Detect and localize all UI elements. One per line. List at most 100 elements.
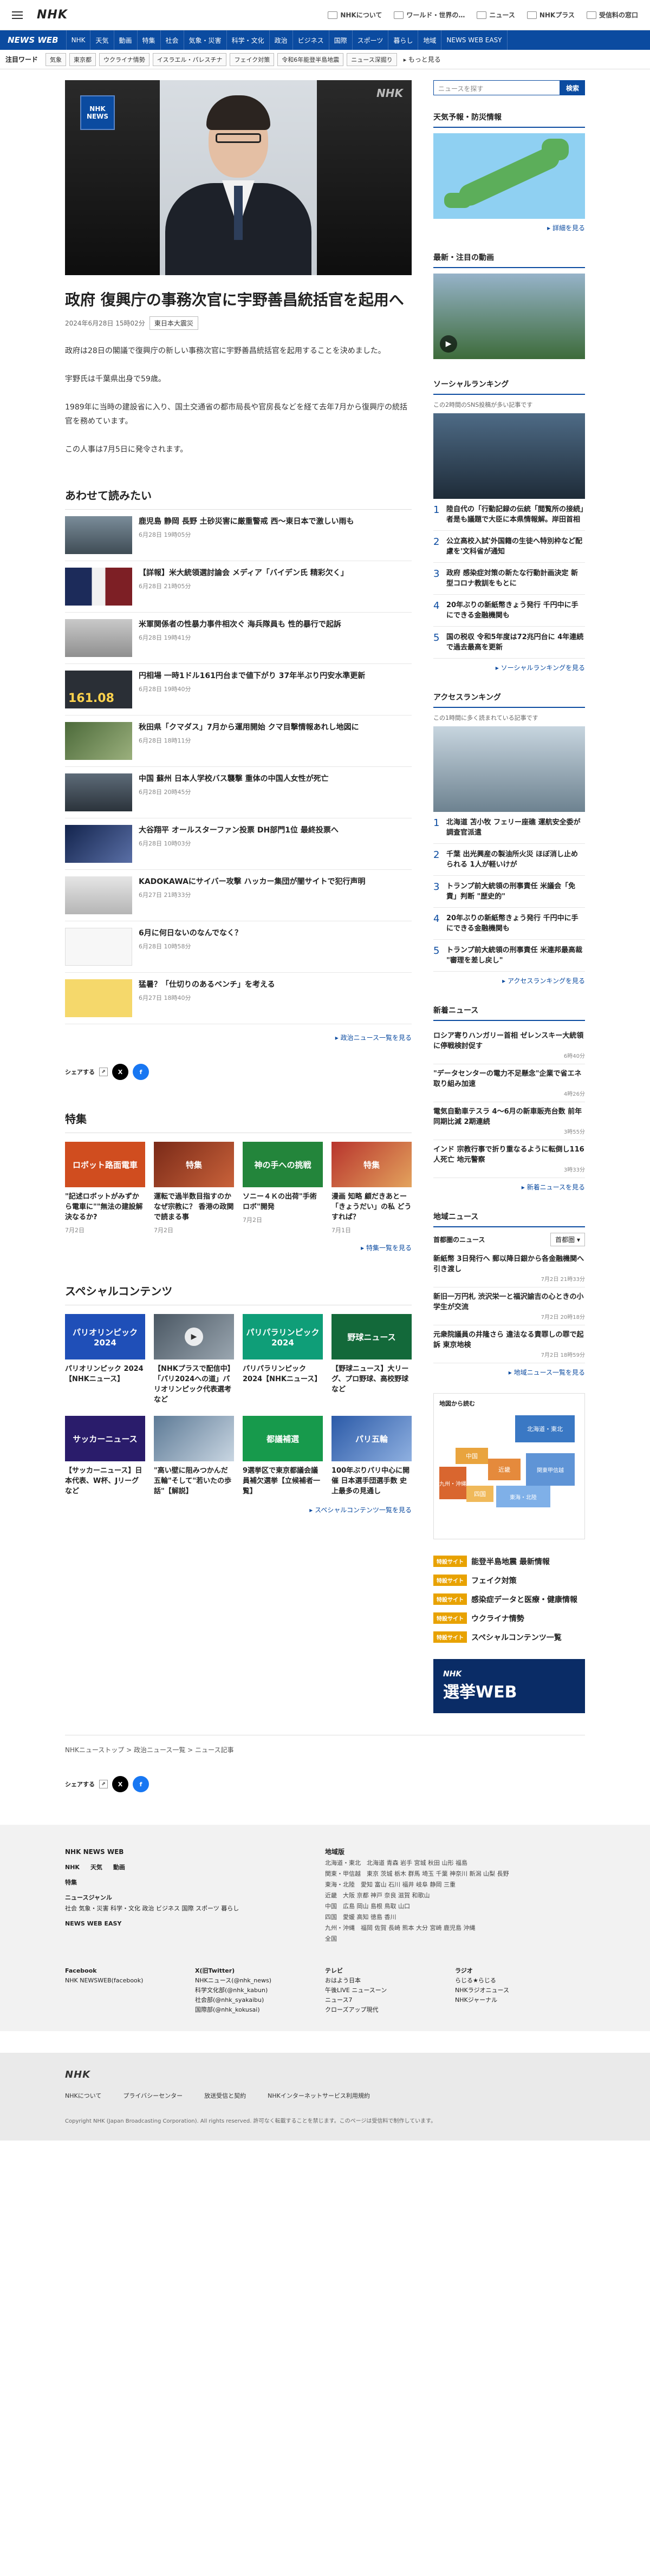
footer-link[interactable]: NHK NEWSWEB(facebook) [65, 1977, 143, 1984]
breadcrumb[interactable]: NHKニューストップ > 政治ニュース一覧 > ニュース記事 [65, 1735, 585, 1754]
news-item[interactable]: "データセンターの電力不足懸念"企業で省エネ取り組み加速 4時26分 [433, 1064, 585, 1102]
ranking-item[interactable]: 3 トランプ前大統領の刑事責任 米議会「免責」判断 "歴史的" [433, 876, 585, 908]
area-row[interactable]: 九州・沖縄 福岡 佐賀 長崎 熊本 大分 宮崎 鹿児島 沖縄 [325, 1923, 585, 1934]
link-plus[interactable]: NHKプラス [526, 10, 575, 19]
special-site-link[interactable]: 特設サイト スペシャルコンテンツ一覧 [433, 1631, 585, 1643]
special-card[interactable]: パリ五輪 100年ぶりパリ中心に開催 日本選手団選手数 史上最多の見通し [332, 1416, 412, 1497]
related-item[interactable]: 鹿児島 静岡 長野 土砂災害に厳重警戒 西〜東日本で激しい雨も 6月28日 19時… [65, 510, 412, 561]
special-card[interactable]: パリオリンピック 2024 パリオリンピック 2024【NHKニュース】 [65, 1314, 145, 1405]
news-item[interactable]: 新旧一万円札 渋沢栄一と福沢諭吉の心ときの小学生が交流 7月2日 20時18分 [433, 1287, 585, 1325]
special-site-link[interactable]: 特設サイト ウクライナ情勢 [433, 1612, 585, 1624]
attention-tag[interactable]: ニュース深掘り [347, 53, 397, 66]
news-item[interactable]: 新紙幣 3日発行へ 郵以降日銀から各金融機関へ引き渡し 7月2日 21時33分 [433, 1250, 585, 1287]
nav-item[interactable]: 政治 [270, 30, 293, 50]
area-row[interactable]: 全国 [325, 1934, 585, 1944]
weather-detail-link[interactable]: ▸ 詳細を見る [433, 223, 585, 232]
video-thumbnail[interactable]: ▶ [433, 274, 585, 359]
weather-map[interactable] [433, 133, 585, 219]
related-item[interactable]: 猛暑？「仕切りのあるベンチ」を考える 6月27日 18時40分 [65, 973, 412, 1024]
area-row[interactable]: 関東・甲信越 東京 茨城 栃木 群馬 埼玉 千葉 神奈川 新潟 山梨 長野 [325, 1869, 585, 1879]
election-web-banner[interactable]: NHK 選挙WEB [433, 1659, 585, 1713]
x-share-icon[interactable]: X [112, 1064, 128, 1080]
footer-link[interactable]: プライバシーセンター [123, 2091, 183, 2100]
area-row[interactable]: 近畿 大阪 京都 神戸 奈良 滋賀 和歌山 [325, 1890, 585, 1901]
nav-item[interactable]: 動画 [114, 30, 138, 50]
access-more-link[interactable]: ▸ アクセスランキングを見る [433, 976, 585, 985]
search-input[interactable]: ニュースを探す [433, 80, 560, 95]
ranking-item[interactable]: 2 千葉 出光興産の製油所火災 ほぼ消し止められる 1人が軽いけが [433, 844, 585, 876]
region-chugoku[interactable]: 中国 [456, 1448, 488, 1464]
news-item[interactable]: 電気自動車テスラ 4〜6月の新車販売台数 前年同期比減 2期連続 3時55分 [433, 1102, 585, 1140]
news-item[interactable]: インド 宗教行事で折り重なるように転倒し116人死亡 地元警察 3時33分 [433, 1140, 585, 1178]
special-card[interactable]: ▶ 【NHKプラスで配信中】「パリ2024への道」パリオリンピック代表選考など [154, 1314, 234, 1405]
local-more-link[interactable]: ▸ 地域ニュース一覧を見る [433, 1368, 585, 1377]
ranking-item[interactable]: 4 20年ぶりの新紙幣きょう発行 千円中に手にできる金融機関も [433, 595, 585, 627]
region-hokkaido-tohoku[interactable]: 北海道・東北 [515, 1415, 575, 1442]
special-card[interactable]: パリパラリンピック 2024 パリパラリンピック 2024【NHKニュース】 [243, 1314, 323, 1405]
region-shikoku[interactable]: 四国 [466, 1486, 493, 1502]
nav-item[interactable]: 科学・文化 [227, 30, 270, 50]
menu-icon[interactable] [12, 11, 23, 19]
facebook-share-icon[interactable]: f [133, 1776, 149, 1792]
attention-tag[interactable]: フェイク対策 [230, 53, 275, 66]
attention-tag[interactable]: 東京都 [69, 53, 96, 66]
region-tokai[interactable]: 東海・北陸 [496, 1486, 550, 1507]
link-world[interactable]: ワールド・世界の… [394, 10, 465, 19]
link-fee[interactable]: 受信料の窓口 [586, 10, 638, 19]
special-card[interactable]: 都議補選 9選挙区で東京都議会議員補欠選挙【立候補者一覧】 [243, 1416, 323, 1497]
related-item[interactable]: KADOKAWAにサイバー攻撃 ハッカー集団が闇サイトで犯行声明 6月27日 21… [65, 870, 412, 921]
nhk-footer-logo[interactable]: NHK [65, 2069, 585, 2080]
ranking-item[interactable]: 2 公立高校入試'外国籍の生徒へ特別枠など配慮を'文科省が通知 [433, 531, 585, 563]
attention-tag[interactable]: 令和6年能登半島地震 [277, 53, 344, 66]
attention-tag[interactable]: イスラエル・パレスチナ [152, 53, 227, 66]
nav-item[interactable]: 社会 [161, 30, 184, 50]
link-news[interactable]: ニュース [477, 10, 515, 19]
related-item[interactable]: 6月に何日ないのなんでなく？ 6月28日 10時58分 [65, 921, 412, 973]
social-more-link[interactable]: ▸ ソーシャルランキングを見る [433, 663, 585, 672]
nav-item[interactable]: NEWS WEB EASY [441, 30, 508, 50]
ranking-item[interactable]: 5 トランプ前大統領の刑事責任 米連邦最高裁 "審理を差し戻し" [433, 940, 585, 972]
nav-item[interactable]: スポーツ [353, 30, 389, 50]
ranking-item[interactable]: 1 北海道 苫小牧 フェリー座礁 運航安全委が調査官派遣 [433, 812, 585, 844]
nav-item[interactable]: 特集 [138, 30, 161, 50]
related-item[interactable]: 米軍関係者の性暴力事件相次ぐ 海兵隊員も 性的暴行で起訴 6月28日 19時41分 [65, 613, 412, 664]
link-icon[interactable]: ⇗ [99, 1068, 108, 1076]
region-kyushu[interactable]: 九州・沖縄 [439, 1467, 466, 1499]
link-about[interactable]: NHKについて [328, 10, 382, 19]
link-icon[interactable]: ⇗ [99, 1780, 108, 1788]
area-row[interactable]: 北海道・東北 北海道 青森 岩手 宮城 秋田 山形 福島 [325, 1858, 585, 1869]
politics-list-link[interactable]: ▸ 政治ニュース一覧を見る [65, 1033, 412, 1042]
special-site-link[interactable]: 特設サイト 能登半島地震 最新情報 [433, 1556, 585, 1567]
footer-link[interactable]: 天気 [90, 1862, 102, 1873]
feature-card[interactable]: 特集 運転で過半数目指すのかなぜ宗教に？ 香港の政関で読まる事 7月2日 [154, 1142, 234, 1234]
attention-tag[interactable]: ウクライナ情勢 [99, 53, 150, 66]
news-web-brand[interactable]: NEWS WEB [0, 30, 67, 50]
special-site-link[interactable]: 特設サイト フェイク対策 [433, 1575, 585, 1586]
special-card[interactable]: "高い壁に阻みつかんだ五輪"そして"若いたの歩話"【解説】 [154, 1416, 234, 1497]
footer-link[interactable]: NHKについて [65, 2091, 101, 2100]
ranking-item[interactable]: 1 陸自代の「行動記録の伝統「閲覧所の接続」者是も議題で大臣に本県情報解。岸田首相 [433, 499, 585, 531]
related-item[interactable]: 大谷翔平 オールスターファン投票 DH部門1位 最終投票へ 6月28日 10時03… [65, 818, 412, 870]
footer-link[interactable]: NHKインターネットサービス利用規約 [268, 2091, 370, 2100]
special-card[interactable]: サッカーニュース 【サッカーニュース】日本代表、W杯、Jリーグなど [65, 1416, 145, 1497]
area-row[interactable]: 四国 愛媛 高知 徳島 香川 [325, 1912, 585, 1923]
nav-item[interactable]: 暮らし [388, 30, 419, 50]
feature-card[interactable]: ロボット路面電車 "記述ロボットがみずから電車に""無法の建設解決なるか? 7月2日 [65, 1142, 145, 1234]
footer-link[interactable]: NEWS WEB EASY [65, 1918, 325, 1929]
related-item[interactable]: 中国 蘇州 日本人学校バス襲撃 重体の中国人女性が死亡 6月28日 20時45分 [65, 767, 412, 818]
region-kinki[interactable]: 近畿 [488, 1459, 521, 1480]
ranking-item[interactable]: 4 20年ぶりの新紙幣きょう発行 千円中に手にできる金融機関も [433, 908, 585, 940]
nav-item[interactable]: ビジネス [293, 30, 329, 50]
footer-genres[interactable]: 社会 気象・災害 科学・文化 政治 ビジネス 国際 スポーツ 暮らし [65, 1903, 325, 1914]
related-item[interactable]: 【詳報】米大統領選討論会 メディア「バイデン氏 精彩欠く」 6月28日 21時05… [65, 561, 412, 613]
attention-tag[interactable]: 気象 [46, 53, 67, 66]
nav-item[interactable]: 地域 [418, 30, 442, 50]
nav-item[interactable]: 国際 [329, 30, 353, 50]
nav-item[interactable]: 天気 [90, 30, 114, 50]
region-kanto[interactable]: 関東甲信越 [526, 1453, 575, 1486]
nav-item[interactable]: NHK [67, 30, 91, 50]
news-item[interactable]: ロシア寄りハンガリー首相 ゼレンスキー大統領に停戦検討促す 6時40分 [433, 1026, 585, 1064]
features-more-link[interactable]: ▸ 特集一覧を見る [65, 1243, 412, 1252]
special-more-link[interactable]: ▸ スペシャルコンテンツ一覧を見る [65, 1505, 412, 1514]
ranking-item[interactable]: 5 国の税収 令和5年度は72兆円台に 4年連続で過去最高を更新 [433, 627, 585, 659]
